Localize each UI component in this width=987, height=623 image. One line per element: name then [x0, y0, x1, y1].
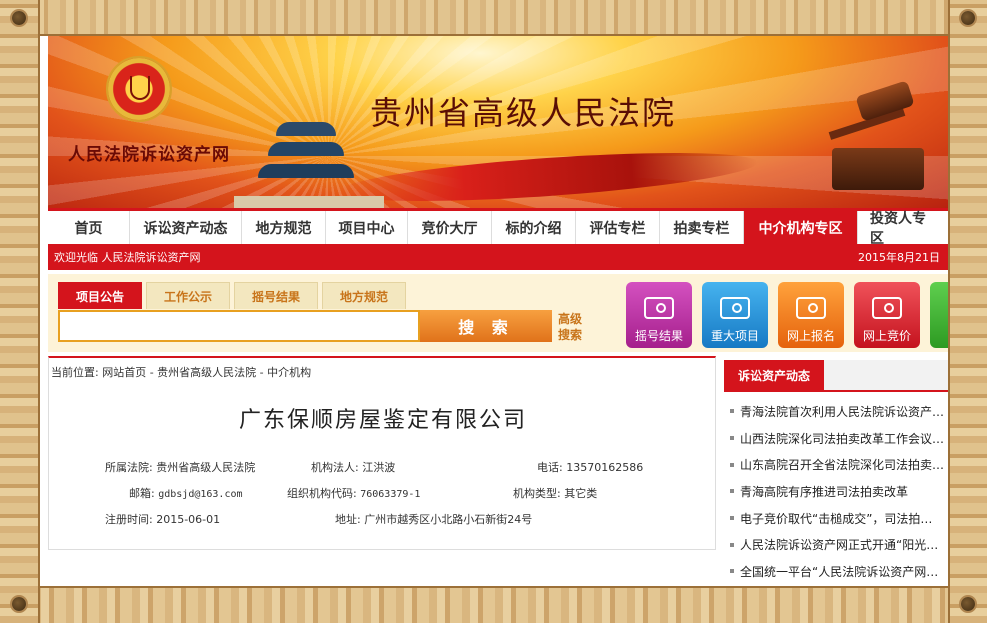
nail-icon: [12, 597, 26, 611]
court-emblem-icon: [106, 56, 172, 122]
search-input[interactable]: [58, 310, 420, 342]
frame-left: [0, 0, 40, 623]
quick-link-online-register[interactable]: 网上报名: [778, 282, 844, 348]
tv-icon: [796, 297, 826, 319]
org-code-field: 组织机构代码: 76063379-1: [287, 487, 421, 500]
temple-of-heaven-icon: [234, 112, 384, 208]
sidebar-news: 诉讼资产动态 青海法院首次利用人民法院诉讼资产… 山西法院深化司法拍卖改革工作会…: [724, 360, 948, 586]
news-item[interactable]: 人民法院诉讼资产网正式开通“阳光…: [730, 531, 948, 558]
news-item[interactable]: 电子竞价取代“击槌成交”，司法拍…: [730, 505, 948, 532]
legal-rep-field: 机构法人: 江洪波: [311, 461, 396, 474]
quick-link-online-bidding[interactable]: 网上竞价: [854, 282, 920, 348]
nav-item-projects[interactable]: 项目中心: [326, 211, 408, 244]
address-field: 地址: 广州市越秀区小北路小石新街24号: [335, 513, 533, 526]
tab-lottery-result[interactable]: 摇号结果: [234, 282, 318, 309]
advanced-search-link[interactable]: 高级搜索: [558, 311, 588, 343]
bullet-icon: [730, 489, 734, 494]
agency-type-field: 机构类型: 其它类: [513, 487, 598, 500]
phone-field: 电话: 13570162586: [537, 461, 644, 474]
nail-icon: [961, 11, 975, 25]
sidebar-title[interactable]: 诉讼资产动态: [724, 360, 825, 390]
tv-icon: [720, 297, 750, 319]
gavel-icon: [818, 80, 938, 196]
news-item[interactable]: 全国统一平台“人民法院诉讼资产网…: [730, 558, 948, 585]
bullet-icon: [730, 436, 734, 441]
tab-work-publicity[interactable]: 工作公示: [146, 282, 230, 309]
search-tabs: 项目公告 工作公示 摇号结果 地方规范: [58, 282, 410, 309]
web-page: 人民法院诉讼资产网 贵州省高级人民法院 首页 诉讼资产动态 地方规范 项目中心 …: [40, 36, 948, 586]
bullet-icon: [730, 569, 734, 574]
main-nav: 首页 诉讼资产动态 地方规范 项目中心 竞价大厅 标的介绍 评估专栏 拍卖专栏 …: [48, 208, 948, 247]
news-item[interactable]: 山东高院召开全省法院深化司法拍卖…: [730, 451, 948, 478]
nail-icon: [12, 11, 26, 25]
welcome-text: 欢迎光临 人民法院诉讼资产网: [54, 251, 201, 264]
breadcrumb: 当前位置: 网站首页 - 贵州省高级人民法院 - 中介机构: [51, 366, 312, 379]
quick-link-lottery-result[interactable]: 摇号结果: [626, 282, 692, 348]
frame-top: [0, 0, 987, 36]
registration-date-field: 注册时间: 2015-06-01: [105, 513, 221, 526]
nav-item-auction[interactable]: 拍卖专栏: [660, 211, 744, 244]
frame-bottom: [0, 586, 987, 623]
header-banner: 人民法院诉讼资产网 贵州省高级人民法院: [48, 36, 948, 211]
court-field: 所属法院: 贵州省高级人民法院: [105, 461, 256, 474]
site-name: 人民法院诉讼资产网: [68, 145, 230, 165]
nav-item-target-intro[interactable]: 标的介绍: [492, 211, 576, 244]
nav-item-home[interactable]: 首页: [48, 211, 130, 244]
email-field: 邮箱: gdbsjd@163.com: [129, 487, 243, 500]
tab-local-rules[interactable]: 地方规范: [322, 282, 406, 309]
nav-item-bidding-hall[interactable]: 竞价大厅: [408, 211, 492, 244]
news-item[interactable]: 山西法院深化司法拍卖改革工作会议…: [730, 425, 948, 452]
bullet-icon: [730, 462, 734, 467]
welcome-bar: 欢迎光临 人民法院诉讼资产网 2015年8月21日: [48, 244, 948, 270]
agency-detail-panel: 当前位置: 网站首页 - 贵州省高级人民法院 - 中介机构 广东保顺房屋鉴定有限…: [48, 356, 716, 550]
search-area: 项目公告 工作公示 摇号结果 地方规范 搜 索 高级搜索 摇号结果 重大项目 网…: [48, 274, 948, 352]
bullet-icon: [730, 542, 734, 547]
bullet-icon: [730, 516, 734, 521]
current-date: 2015年8月21日: [858, 251, 940, 264]
nav-item-local-rules[interactable]: 地方规范: [242, 211, 326, 244]
nav-item-agencies[interactable]: 中介机构专区: [744, 211, 858, 244]
frame-right: [948, 0, 987, 623]
tab-project-notice[interactable]: 项目公告: [58, 282, 142, 309]
bullet-icon: [730, 409, 734, 414]
news-list: 青海法院首次利用人民法院诉讼资产… 山西法院深化司法拍卖改革工作会议… 山东高院…: [724, 392, 948, 585]
court-title: 贵州省高级人民法院: [370, 94, 677, 132]
nav-item-asset-news[interactable]: 诉讼资产动态: [130, 211, 242, 244]
nav-item-investors[interactable]: 投资人专区: [858, 211, 948, 247]
company-name: 广东保顺房屋鉴定有限公司: [238, 408, 527, 433]
tv-icon: [644, 297, 674, 319]
nail-icon: [961, 597, 975, 611]
news-item[interactable]: 青海高院有序推进司法拍卖改革: [730, 478, 948, 505]
quick-link-partial[interactable]: 网: [930, 282, 948, 348]
search-button[interactable]: 搜 索: [420, 310, 552, 342]
quick-link-major-projects[interactable]: 重大项目: [702, 282, 768, 348]
news-item[interactable]: 青海法院首次利用人民法院诉讼资产…: [730, 398, 948, 425]
nav-item-appraisal[interactable]: 评估专栏: [576, 211, 660, 244]
tv-icon: [872, 297, 902, 319]
